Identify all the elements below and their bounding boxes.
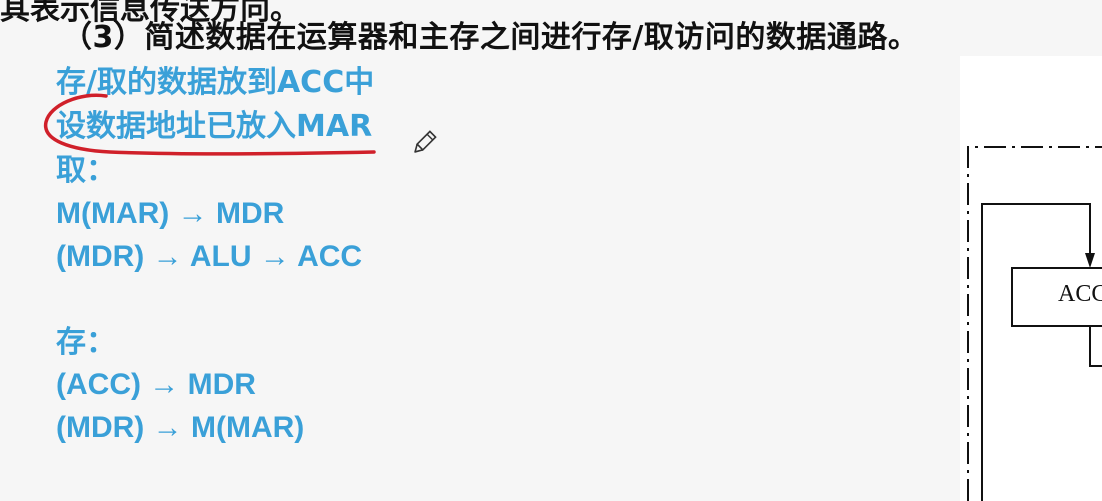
answer-line-1: 存/取的数据放到ACC中 (56, 65, 375, 100)
fetch-step-2: (MDR) → ALU → ACC (56, 240, 363, 273)
question-title: （3）简述数据在运算器和主存之间进行存/取访问的数据通路。 (62, 20, 919, 55)
datapath-diagram (960, 56, 1102, 501)
fetch-heading: 取： (56, 153, 116, 188)
store-heading: 存： (56, 325, 116, 360)
slide-page: 其表示信息传送方向。 （3）简述数据在运算器和主存之间进行存/取访问的数据通路。… (0, 0, 1102, 501)
pencil-icon (414, 130, 437, 153)
store-step-1: (ACC) → MDR (56, 368, 256, 401)
answer-line-2: 设数据地址已放入MAR (56, 109, 373, 144)
store-step-2: (MDR) → M(MAR) (56, 411, 305, 444)
acc-label: ACC (1058, 281, 1102, 307)
fetch-step-1: M(MAR) → MDR (56, 197, 285, 230)
